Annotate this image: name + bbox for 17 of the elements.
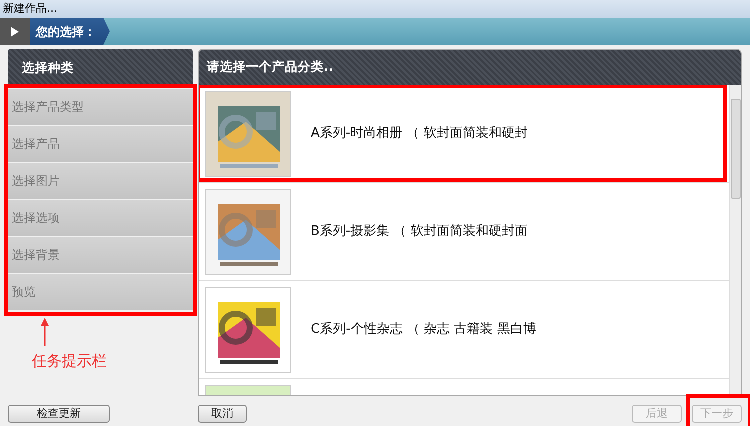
button: 下一步 (692, 404, 742, 422)
window-title: 新建作品... (0, 0, 750, 18)
button[interactable]: 取消 (198, 404, 247, 422)
product-title[interactable]: B系列-摄影集 （ 软封面简装和硬封面 (311, 222, 528, 242)
panel-heading: 请选择一个产品分类.. (199, 50, 741, 85)
step-item[interactable]: 预览 (8, 274, 193, 310)
button: 后退 (632, 404, 682, 422)
step-item[interactable]: 选择选项 (8, 200, 193, 236)
step-item[interactable]: 选择产品 (8, 126, 193, 162)
annotation-label: 任务提示栏 (32, 351, 107, 372)
step-item[interactable]: 选择图片 (8, 163, 193, 199)
current-step-header: 选择种类 (8, 49, 193, 87)
button[interactable]: 检查更新 (8, 404, 110, 422)
product-title[interactable]: A系列-时尚相册 （ 软封面简装和硬封 (311, 124, 528, 144)
product-title[interactable]: C系列-个性杂志 （ 杂志 古籍装 黑白博 (311, 320, 536, 340)
step-item[interactable]: 选择产品类型 (8, 89, 193, 125)
step-item[interactable]: 选择背景 (8, 237, 193, 273)
